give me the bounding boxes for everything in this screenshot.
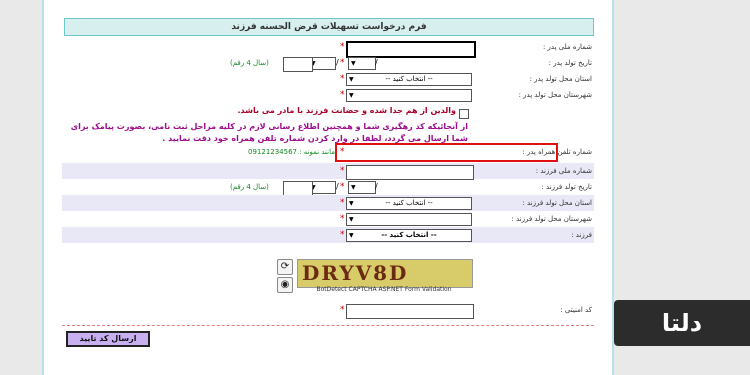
father-birth-date-row: تاریخ تولد پدر : * ▼ / ▼ / (سال 4 رقم)	[62, 55, 594, 72]
captcha-text: DRYV8D	[302, 261, 409, 285]
chevron-down-icon: ▼	[349, 232, 354, 239]
child-national-id-input[interactable]	[346, 165, 474, 180]
chevron-down-icon: ▼	[349, 92, 354, 99]
reload-icon[interactable]: ⟳	[277, 259, 293, 275]
child-birth-city-label: شهرستان محل تولد فرزند :	[511, 215, 592, 223]
year-hint: (سال 4 رقم)	[230, 59, 269, 67]
security-code-label: کد امنیتی :	[560, 306, 592, 314]
father-birth-city-select[interactable]: ▼	[346, 89, 472, 102]
divider	[62, 325, 594, 326]
child-national-id-row: شماره ملی فرزند : *	[62, 163, 594, 180]
father-birth-city-row: شهرستان محل تولد پدر : * ▼	[62, 87, 594, 103]
chevron-down-icon: ▼	[349, 76, 354, 83]
required-mark: *	[340, 230, 345, 240]
father-birth-date-label: تاریخ تولد پدر :	[548, 59, 592, 67]
father-birth-day-select[interactable]: ▼	[348, 57, 376, 70]
year-hint: (سال 4 رقم)	[230, 183, 269, 191]
date-separator: /	[336, 182, 339, 191]
child-row: فرزند : * ▼ -- انتخاب کنید --	[62, 227, 594, 243]
select-placeholder: -- انتخاب کنید --	[385, 75, 433, 83]
required-mark: *	[340, 74, 345, 84]
date-separator: /	[336, 58, 339, 67]
father-national-id-label: شماره ملی پدر :	[542, 43, 592, 51]
logo-text: دلتا	[661, 309, 703, 337]
required-mark: *	[340, 214, 345, 224]
required-mark: *	[340, 42, 345, 52]
required-mark: *	[340, 166, 345, 176]
child-label: فرزند :	[571, 231, 592, 239]
child-birth-city-select[interactable]: ▼	[346, 213, 472, 226]
date-separator: /	[375, 182, 378, 191]
security-code-input[interactable]	[346, 304, 474, 319]
parents-separated-label: والدین از هم جدا شده و حضانت فرزند با ما…	[237, 106, 457, 115]
required-mark: *	[340, 182, 345, 192]
child-select[interactable]: ▼ -- انتخاب کنید --	[346, 229, 472, 242]
select-placeholder: -- انتخاب کنید --	[381, 231, 437, 239]
mobile-notice: از آنجائیکه کد رهگیری شما و همچنین اطلاع…	[70, 122, 468, 143]
chevron-down-icon: ▼	[349, 200, 354, 207]
chevron-down-icon: ▼	[351, 184, 356, 191]
mobile-example: مانند نمونه : 09121234567	[248, 148, 335, 156]
left-gutter	[0, 0, 42, 375]
form-title: فرم درخواست تسهیلات قرض الحسنه فرزند	[64, 18, 594, 36]
security-code-row: کد امنیتی : *	[62, 302, 594, 319]
speaker-icon[interactable]: ◉	[277, 277, 293, 293]
child-birth-city-row: شهرستان محل تولد فرزند : * ▼	[62, 211, 594, 227]
required-mark: *	[340, 198, 345, 208]
submit-button[interactable]: ارسال کد تایید	[66, 331, 150, 347]
child-national-id-label: شماره ملی فرزند :	[535, 167, 592, 175]
parents-separated-checkbox[interactable]	[459, 109, 469, 119]
father-birth-province-row: استان محل تولد پدر : * ▼ -- انتخاب کنید -…	[62, 71, 594, 87]
required-mark: *	[340, 305, 345, 315]
child-birth-province-row: استان محل تولد فرزند : * ▼ -- انتخاب کنید…	[62, 195, 594, 211]
captcha-image: DRYV8D	[297, 259, 473, 288]
captcha-caption: BotDetect CAPTCHA ASP.NET Form Validatio…	[316, 286, 452, 293]
child-birth-date-label: تاریخ تولد فرزند :	[541, 183, 592, 191]
father-birth-city-label: شهرستان محل تولد پدر :	[518, 91, 592, 99]
child-birth-year-input[interactable]	[283, 181, 313, 196]
chevron-down-icon: ▼	[351, 60, 356, 67]
child-birth-province-label: استان محل تولد فرزند :	[522, 199, 592, 207]
child-birth-date-row: تاریخ تولد فرزند : * ▼ / ▼ / (سال 4 رقم)	[62, 179, 594, 196]
father-birth-province-select[interactable]: ▼ -- انتخاب کنید --	[346, 73, 472, 86]
brand-logo: دلتا	[614, 300, 750, 346]
required-mark: *	[340, 58, 345, 68]
father-birth-year-input[interactable]	[283, 57, 313, 72]
child-birth-province-select[interactable]: ▼ -- انتخاب کنید --	[346, 197, 472, 210]
child-birth-day-select[interactable]: ▼	[348, 181, 376, 194]
date-separator: /	[375, 58, 378, 67]
father-birth-province-label: استان محل تولد پدر :	[529, 75, 592, 83]
mobile-field-highlight	[335, 143, 558, 162]
required-mark: *	[340, 90, 345, 100]
father-national-id-row: شماره ملی پدر : *	[62, 39, 594, 58]
select-placeholder: -- انتخاب کنید --	[385, 199, 433, 207]
chevron-down-icon: ▼	[349, 216, 354, 223]
